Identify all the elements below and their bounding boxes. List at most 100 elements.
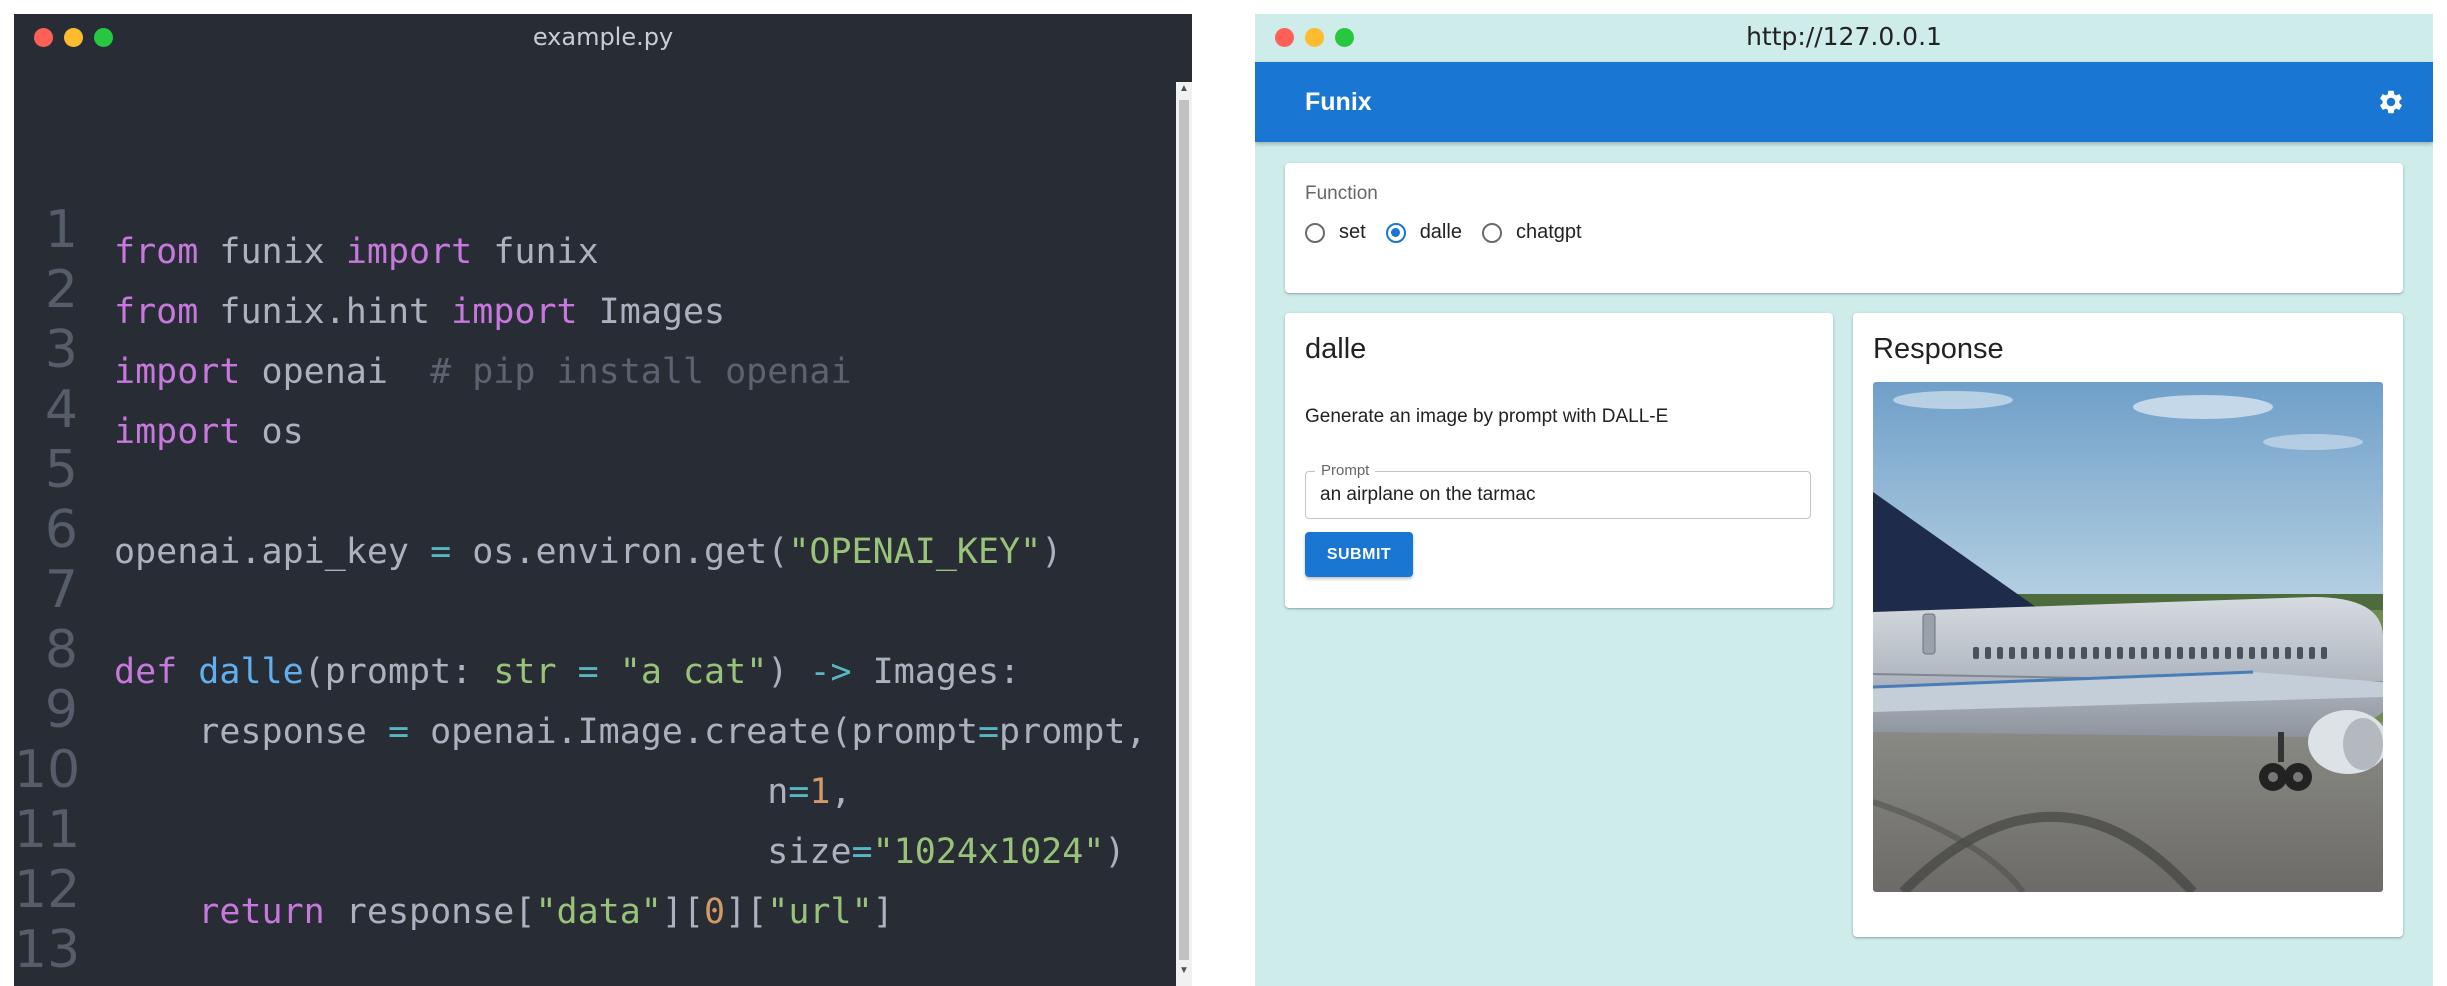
code-text: response — [114, 712, 388, 752]
code-text: openai.api_key — [114, 532, 431, 572]
radio-unchecked-icon[interactable] — [1305, 222, 1325, 243]
scroll-thumb[interactable] — [1179, 100, 1189, 960]
radio-label: set — [1339, 221, 1366, 243]
address-bar-url[interactable]: http://127.0.0.1 — [1255, 22, 2433, 51]
code-line: from funix import funix — [114, 222, 599, 282]
line-number: 4 — [44, 380, 78, 440]
line-number: 3 — [44, 320, 78, 380]
function-form-card: dalle Generate an image by prompt with D… — [1285, 313, 1833, 608]
code-string: "OPENAI_KEY" — [788, 532, 1042, 572]
browser-titlebar: http://127.0.0.1 — [1255, 14, 2433, 62]
code-text: openai — [240, 352, 431, 392]
function-radio-group: set dalle chatgpt — [1305, 221, 1602, 244]
function-option-chatgpt[interactable]: chatgpt — [1481, 221, 1582, 244]
code-function-name: dalle — [198, 652, 304, 692]
editor-scrollbar[interactable]: ▲ ▼ — [1176, 82, 1192, 986]
code-keyword: import — [345, 232, 473, 272]
function-description: Generate an image by prompt with DALL-E — [1305, 406, 1669, 427]
line-number: 7 — [44, 560, 78, 620]
code-line: size="1024x1024") — [114, 822, 1125, 882]
code-text: ][ — [725, 892, 768, 932]
line-number: 2 — [44, 260, 78, 320]
radio-label: dalle — [1419, 221, 1462, 243]
code-string: "url" — [767, 892, 873, 932]
response-card: Response — [1853, 313, 2403, 937]
code-keyword: import — [114, 412, 241, 452]
code-text: os — [240, 412, 304, 452]
code-string: "1024x1024" — [872, 832, 1105, 872]
code-text: (prompt: — [303, 652, 494, 692]
code-text: Images — [577, 292, 726, 332]
browser-window: http://127.0.0.1 Funix Function set dall… — [1255, 14, 2433, 986]
line-number: 12 — [14, 860, 81, 920]
function-selector-card: Function set dalle chatgpt — [1285, 163, 2403, 293]
airplane-image-illustration — [1873, 382, 2383, 892]
code-text: , — [830, 772, 852, 812]
prompt-input[interactable] — [1320, 472, 1800, 518]
code-text: n — [114, 772, 789, 812]
code-text: ) — [1104, 832, 1126, 872]
editor-titlebar: example.py — [14, 14, 1192, 58]
code-operator: = — [430, 532, 452, 572]
radio-unchecked-icon[interactable] — [1481, 222, 1502, 243]
code-text: ][ — [661, 892, 705, 932]
function-option-set[interactable]: set — [1305, 221, 1366, 244]
code-editor-window: example.py 1 2 3 4 5 6 7 8 9 10 11 12 13… — [14, 14, 1192, 986]
code-number: 1 — [809, 772, 831, 812]
code-builtin: str — [493, 652, 557, 692]
function-label: Function — [1305, 183, 1378, 204]
code-line: response = openai.Image.create(prompt=pr… — [114, 702, 1146, 762]
line-number: 13 — [14, 920, 81, 980]
code-line: n=1, — [114, 762, 852, 822]
code-number: 0 — [704, 892, 726, 932]
code-keyword: from — [114, 292, 199, 332]
editor-title: example.py — [532, 23, 674, 51]
line-number: 8 — [44, 620, 78, 680]
function-title: dalle — [1305, 333, 1367, 365]
code-text: ] — [872, 892, 894, 932]
radio-checked-icon[interactable] — [1385, 222, 1406, 243]
code-text: funix — [472, 232, 599, 272]
code-string: "a cat" — [619, 652, 768, 692]
code-line: return response["data"][0]["url"] — [114, 882, 894, 942]
code-line: import os — [114, 402, 304, 462]
code-text: ) — [767, 652, 810, 692]
code-keyword: return — [198, 892, 325, 932]
code-operator: = — [788, 772, 810, 812]
code-operator: -> — [809, 652, 852, 692]
line-number: 6 — [44, 500, 78, 560]
submit-button[interactable]: SUBMIT — [1305, 532, 1413, 577]
function-option-dalle[interactable]: dalle — [1385, 221, 1462, 244]
code-keyword: def — [114, 652, 178, 692]
code-text: size — [114, 832, 852, 872]
prompt-field[interactable]: Prompt — [1305, 462, 1811, 519]
code-operator: = — [577, 652, 599, 692]
scroll-up-arrow-icon[interactable]: ▲ — [1176, 82, 1192, 96]
line-number: 10 — [14, 740, 81, 800]
app-brand[interactable]: Funix — [1305, 62, 1372, 142]
code-keyword: from — [114, 232, 199, 272]
settings-button[interactable] — [2377, 88, 2405, 116]
code-keyword: import — [114, 352, 241, 392]
line-number: 9 — [44, 680, 78, 740]
scroll-down-arrow-icon[interactable]: ▼ — [1176, 964, 1192, 978]
generated-airplane-image — [1873, 382, 2383, 892]
line-number: 5 — [44, 440, 78, 500]
code-text: openai.Image.create(prompt — [409, 712, 978, 752]
code-line: def dalle(prompt: str = "a cat") -> Imag… — [114, 642, 1020, 702]
code-operator: = — [851, 832, 873, 872]
code-keyword: import — [451, 292, 578, 332]
app-bar: Funix — [1255, 62, 2433, 142]
code-text: response[ — [324, 892, 536, 932]
code-line: openai.api_key = os.environ.get("OPENAI_… — [114, 522, 1062, 582]
code-text: ) — [1041, 532, 1063, 572]
line-number: 1 — [44, 200, 78, 260]
code-text: Images: — [851, 652, 1021, 692]
code-comment: # pip install openai — [430, 352, 852, 392]
code-operator: = — [977, 712, 1000, 752]
code-string: "data" — [535, 892, 662, 932]
